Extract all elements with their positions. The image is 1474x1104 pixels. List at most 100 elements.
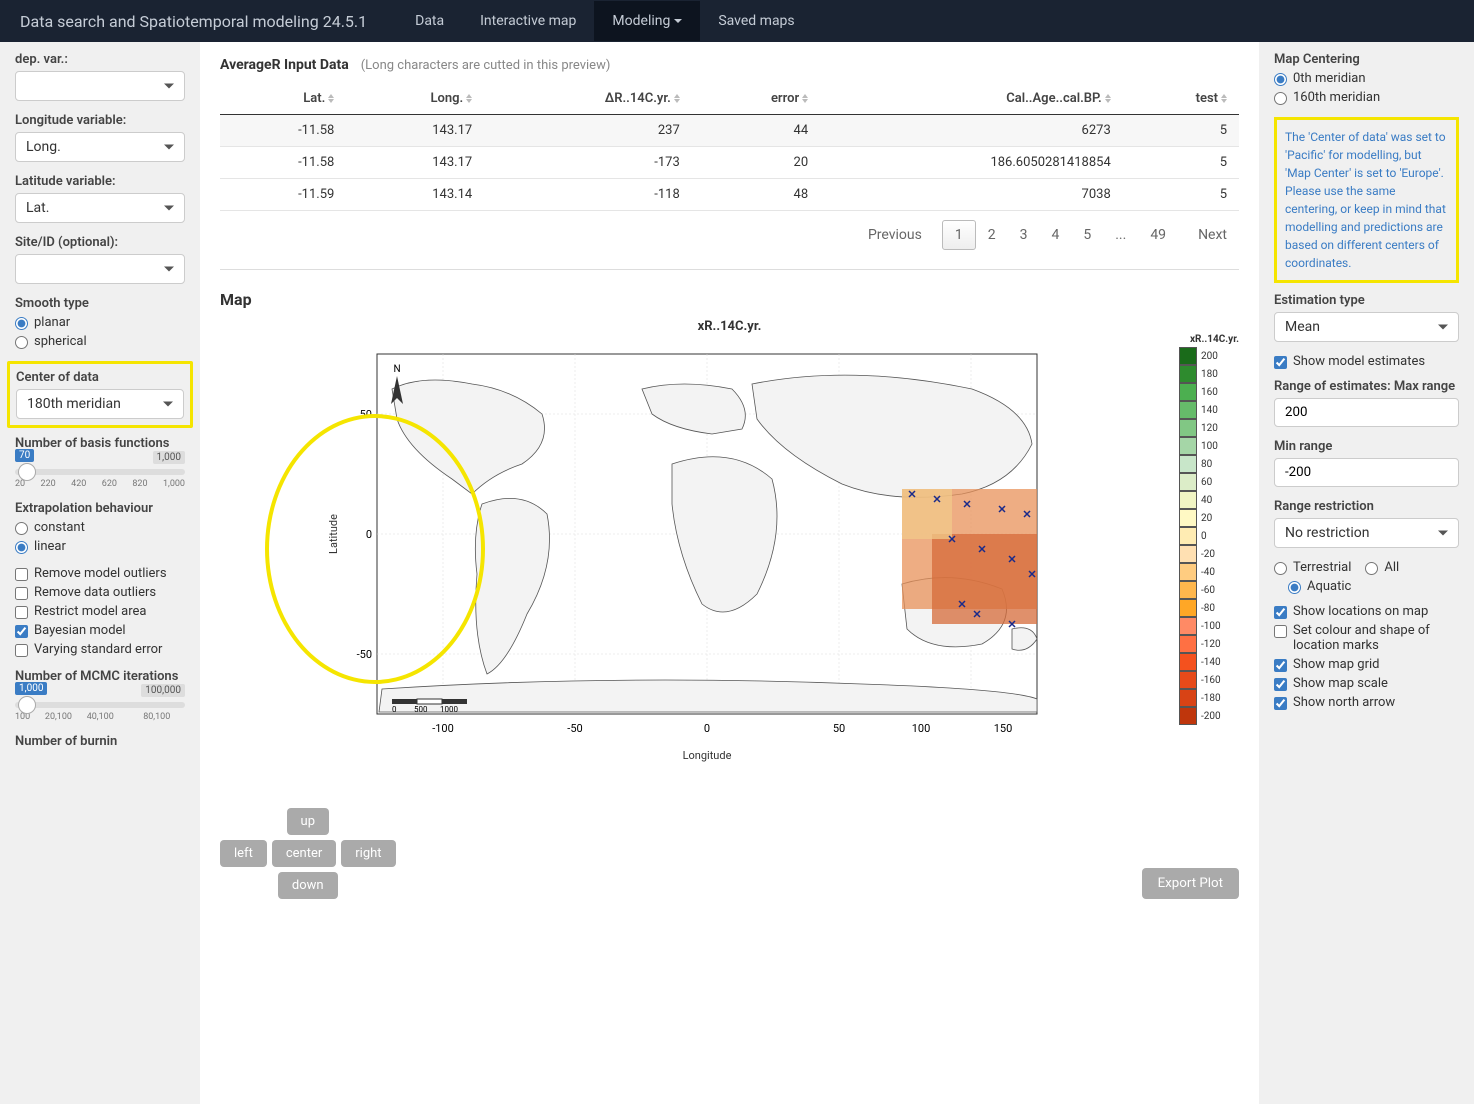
longitude-label: Longitude variable: [15, 113, 185, 128]
navbar-brand: Data search and Spatiotemporal modeling … [20, 12, 367, 31]
chevron-down-icon [674, 19, 682, 23]
svg-text:Latitude: Latitude [327, 514, 340, 554]
export-plot-button[interactable]: Export Plot [1142, 868, 1239, 899]
svg-text:0: 0 [704, 722, 710, 735]
center-data-label: Center of data [16, 370, 184, 385]
basis-slider[interactable]: 70 1,000 202204206208201,000 [15, 469, 185, 489]
all-radio[interactable]: All [1365, 560, 1399, 575]
dep-var-select[interactable] [15, 71, 185, 101]
svg-text:-50: -50 [567, 722, 582, 735]
site-id-label: Site/ID (optional): [15, 235, 185, 250]
nav-data[interactable]: Data [397, 1, 462, 41]
nav-modeling[interactable]: Modeling [594, 1, 700, 41]
page-next[interactable]: Next [1186, 221, 1239, 249]
bayesian-model-checkbox[interactable]: Bayesian model [15, 623, 185, 638]
table-row: -11.59143.14-1184870385 [220, 179, 1239, 211]
latitude-select[interactable]: Lat. [15, 193, 185, 223]
table-row: -11.58143.172374462735 [220, 115, 1239, 147]
table-header-cell[interactable]: test [1123, 83, 1239, 115]
varying-std-error-checkbox[interactable]: Varying standard error [15, 642, 185, 657]
map-plot: N 05001000 500-50 -100-50050100150 Longi… [220, 334, 1164, 778]
table-title: AverageR Input Data [220, 57, 349, 73]
page-number[interactable]: 3 [1008, 221, 1040, 249]
table-header-cell[interactable]: ΔR..14C.yr. [484, 83, 692, 115]
page-number[interactable]: 1 [942, 220, 976, 250]
smooth-type-label: Smooth type [15, 296, 185, 311]
show-model-estimates-checkbox[interactable]: Show model estimates [1274, 354, 1459, 369]
nav-center-button[interactable]: center [272, 840, 336, 867]
page-number[interactable]: ... [1103, 221, 1138, 249]
longitude-select[interactable]: Long. [15, 132, 185, 162]
page-number[interactable]: 2 [976, 221, 1008, 249]
svg-text:50: 50 [360, 408, 372, 421]
colorbar: xR..14C.yr. 200180160140120100806040200-… [1179, 334, 1239, 778]
svg-text:50: 50 [833, 722, 845, 735]
remove-data-outliers-checkbox[interactable]: Remove data outliers [15, 585, 185, 600]
center-of-data-highlight: Center of data 180th meridian [7, 361, 193, 428]
table-header-cell[interactable]: Lat. [220, 83, 346, 115]
range-restriction-label: Range restriction [1274, 499, 1459, 514]
extrap-constant-radio[interactable]: constant [15, 520, 185, 535]
svg-text:100: 100 [912, 722, 931, 735]
mcmc-slider[interactable]: 1,000 100,000 10020,10040,10080,100 [15, 702, 185, 722]
remove-model-outliers-checkbox[interactable]: Remove model outliers [15, 566, 185, 581]
show-north-arrow-checkbox[interactable]: Show north arrow [1274, 695, 1459, 710]
range-restriction-select[interactable]: No restriction [1274, 518, 1459, 548]
sidebar-left: dep. var.: Longitude variable: Long. Lat… [0, 42, 200, 1104]
table-header-cell[interactable]: Cal..Age..cal.BP. [820, 83, 1123, 115]
show-map-grid-checkbox[interactable]: Show map grid [1274, 657, 1459, 672]
svg-text:-50: -50 [357, 648, 372, 661]
meridian-0-radio[interactable]: 0th meridian [1274, 71, 1459, 86]
page-previous[interactable]: Previous [856, 221, 934, 249]
dep-var-label: dep. var.: [15, 52, 185, 67]
max-range-input[interactable] [1274, 398, 1459, 427]
burnin-label: Number of burnin [15, 734, 185, 749]
set-colour-shape-checkbox[interactable]: Set colour and shape of location marks [1274, 623, 1459, 653]
table-subtitle: (Long characters are cutted in this prev… [361, 58, 611, 73]
svg-text:N: N [393, 364, 400, 375]
svg-text:-100: -100 [432, 722, 454, 735]
nav-left-button[interactable]: left [220, 840, 267, 867]
meridian-160-radio[interactable]: 160th meridian [1274, 90, 1459, 105]
nav-down-button[interactable]: down [278, 872, 338, 899]
center-data-select[interactable]: 180th meridian [16, 389, 184, 419]
nav-saved-maps[interactable]: Saved maps [700, 1, 812, 41]
page-number[interactable]: 5 [1071, 221, 1103, 249]
terrestrial-radio[interactable]: Terrestrial [1274, 560, 1351, 575]
svg-text:0: 0 [366, 528, 372, 541]
page-number[interactable]: 4 [1039, 221, 1071, 249]
table-header-cell[interactable]: error [692, 83, 820, 115]
nav-interactive-map[interactable]: Interactive map [462, 1, 594, 41]
extrap-label: Extrapolation behaviour [15, 501, 185, 516]
table-header-cell[interactable]: Long. [346, 83, 484, 115]
svg-text:1000: 1000 [440, 705, 458, 714]
nav-up-button[interactable]: up [287, 808, 329, 835]
extrap-linear-radio[interactable]: linear [15, 539, 185, 554]
svg-text:500: 500 [414, 705, 428, 714]
data-table: Lat.Long.ΔR..14C.yr.errorCal..Age..cal.B… [220, 83, 1239, 211]
page-number[interactable]: 49 [1138, 221, 1178, 249]
min-range-input[interactable] [1274, 458, 1459, 487]
sidebar-right: Map Centering 0th meridian 160th meridia… [1259, 42, 1474, 1104]
show-map-scale-checkbox[interactable]: Show map scale [1274, 676, 1459, 691]
center-panel: AverageR Input Data (Long characters are… [200, 42, 1259, 1104]
map-nav-buttons: up left center right down [220, 808, 396, 899]
map-plot-title: xR..14C.yr. [220, 319, 1239, 334]
range-estimates-label: Range of estimates: Max range [1274, 379, 1459, 394]
smooth-planar-radio[interactable]: planar [15, 315, 185, 330]
restrict-model-area-checkbox[interactable]: Restrict model area [15, 604, 185, 619]
centering-warning: The 'Center of data' was set to 'Pacific… [1274, 117, 1459, 283]
estimation-type-select[interactable]: Mean [1274, 312, 1459, 342]
show-locations-checkbox[interactable]: Show locations on map [1274, 604, 1459, 619]
estimation-type-label: Estimation type [1274, 293, 1459, 308]
svg-text:Longitude: Longitude [683, 749, 732, 762]
aquatic-radio[interactable]: Aquatic [1288, 579, 1459, 594]
nav-right-button[interactable]: right [341, 840, 395, 867]
min-range-label: Min range [1274, 439, 1459, 454]
latitude-label: Latitude variable: [15, 174, 185, 189]
smooth-spherical-radio[interactable]: spherical [15, 334, 185, 349]
svg-text:0: 0 [392, 705, 397, 714]
navbar: Data search and Spatiotemporal modeling … [0, 0, 1474, 42]
table-row: -11.58143.17-17320186.60502814188545 [220, 147, 1239, 179]
site-id-select[interactable] [15, 254, 185, 284]
